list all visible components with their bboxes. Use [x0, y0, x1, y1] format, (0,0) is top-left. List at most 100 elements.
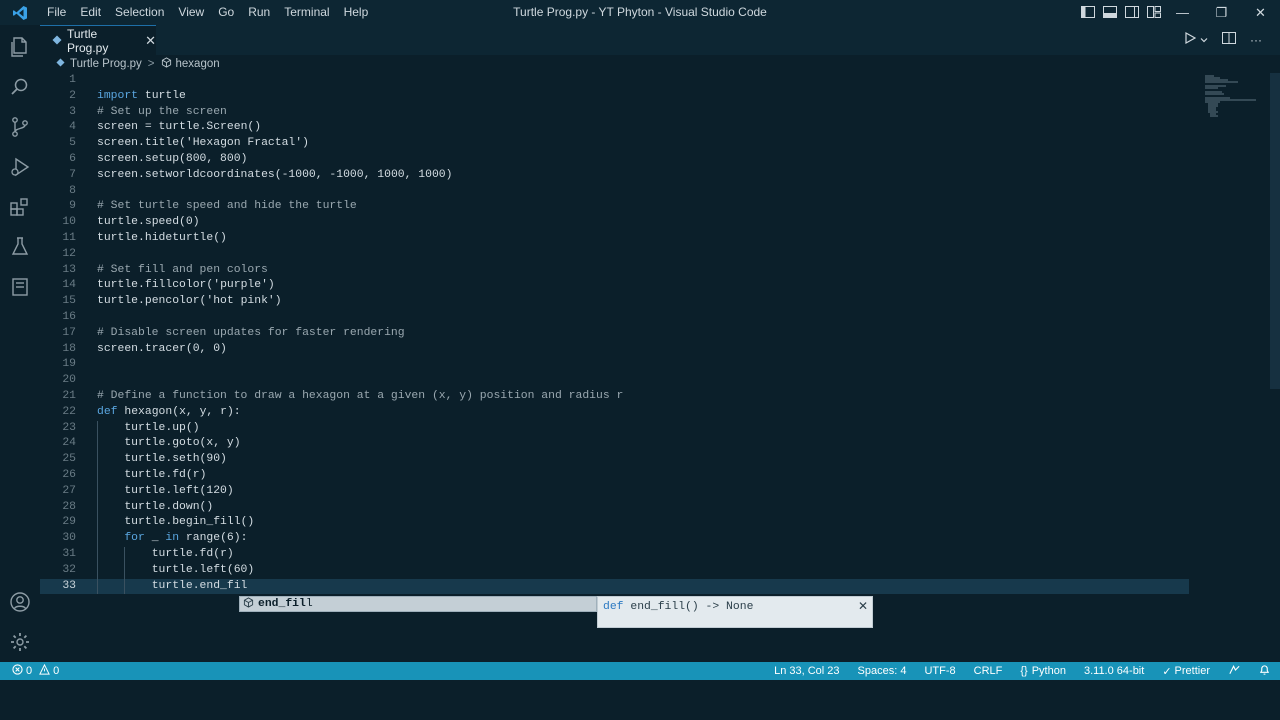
- menu-help[interactable]: Help: [337, 0, 376, 25]
- code-line[interactable]: 10 turtle.speed(0): [40, 215, 1270, 231]
- code-line[interactable]: 21 # Define a function to draw a hexagon …: [40, 389, 1270, 405]
- menu-selection[interactable]: Selection: [108, 0, 171, 25]
- customize-layout-icon[interactable]: [1146, 5, 1162, 19]
- code-line[interactable]: 32 turtle.left(60): [40, 563, 1270, 579]
- breadcrumb-symbol[interactable]: hexagon: [176, 58, 220, 70]
- line-number: 33: [62, 579, 76, 592]
- code-line[interactable]: 5 screen.title('Hexagon Fractal'): [40, 136, 1270, 152]
- end-of-line[interactable]: CRLF: [974, 665, 1003, 677]
- code-text: turtle.left(60): [151, 563, 255, 576]
- title-bar: File Edit Selection View Go Run Terminal…: [0, 0, 1280, 25]
- cursor-position[interactable]: Ln 33, Col 23: [774, 665, 839, 677]
- vscode-logo-icon: [0, 0, 40, 25]
- notifications-bell-icon[interactable]: [1259, 664, 1270, 679]
- code-text: screen.title('Hexagon Fractal'): [97, 137, 309, 150]
- code-line[interactable]: 2 import turtle: [40, 89, 1270, 105]
- prettier-status[interactable]: ✓ Prettier: [1162, 665, 1210, 678]
- code-line[interactable]: 13 # Set fill and pen colors: [40, 263, 1270, 279]
- code-line[interactable]: 18 screen.tracer(0, 0): [40, 342, 1270, 358]
- line-number: 27: [62, 484, 76, 497]
- run-debug-icon[interactable]: [8, 155, 32, 179]
- line-number: 11: [62, 232, 76, 244]
- toggle-primary-sidebar-icon[interactable]: [1080, 5, 1096, 19]
- toggle-panel-icon[interactable]: [1102, 5, 1118, 19]
- code-line[interactable]: 30 for _ in range(6):: [40, 531, 1270, 547]
- code-line[interactable]: 14 turtle.fillcolor('purple'): [40, 278, 1270, 294]
- code-line[interactable]: 17 # Disable screen updates for faster re…: [40, 326, 1270, 342]
- code-editor[interactable]: 1 2 import turtle 3 # Set up the screen 4 scre…: [40, 73, 1270, 662]
- minimize-button[interactable]: —: [1163, 0, 1202, 25]
- code-line[interactable]: 29 turtle.begin_fill(): [40, 515, 1270, 531]
- line-number: 16: [62, 311, 76, 323]
- split-editor-icon[interactable]: [1222, 32, 1236, 47]
- code-line[interactable]: 16: [40, 310, 1270, 326]
- menu-go[interactable]: Go: [211, 0, 241, 25]
- code-line[interactable]: 6 screen.setup(800, 800): [40, 152, 1270, 168]
- breadcrumb-file[interactable]: Turtle Prog.py: [70, 58, 142, 70]
- code-line[interactable]: 31 turtle.fd(r): [40, 547, 1270, 563]
- code-line[interactable]: 25 turtle.seth(90): [40, 452, 1270, 468]
- menu-edit[interactable]: Edit: [73, 0, 108, 25]
- testing-icon[interactable]: [8, 235, 32, 259]
- tab-close-icon[interactable]: ✕: [145, 33, 156, 49]
- explorer-icon[interactable]: [8, 35, 32, 59]
- code-text: turtle.down(): [124, 500, 214, 513]
- line-number: 26: [62, 469, 76, 481]
- python-interpreter[interactable]: 3.11.0 64-bit: [1084, 665, 1144, 677]
- encoding[interactable]: UTF-8: [924, 665, 955, 677]
- warning-count: 0: [53, 665, 60, 677]
- code-text: # Set up the screen: [97, 105, 227, 118]
- accounts-icon[interactable]: [8, 590, 32, 614]
- line-number: 1: [69, 74, 76, 86]
- remote-explorer-icon[interactable]: [8, 275, 32, 299]
- menu-terminal[interactable]: Terminal: [277, 0, 336, 25]
- menu-file[interactable]: File: [40, 0, 73, 25]
- code-line[interactable]: 26 turtle.fd(r): [40, 468, 1270, 484]
- close-window-button[interactable]: ✕: [1241, 0, 1280, 25]
- code-line[interactable]: 9 # Set turtle speed and hide the turtle: [40, 199, 1270, 215]
- code-text: turtle.hideturtle(): [97, 232, 227, 244]
- code-text: import turtle: [97, 89, 186, 102]
- run-python-file-icon[interactable]: [1184, 31, 1197, 47]
- problems-indicator[interactable]: 0 0: [12, 663, 60, 678]
- search-icon[interactable]: [8, 75, 32, 99]
- code-line[interactable]: 24 turtle.goto(x, y): [40, 436, 1270, 452]
- code-line[interactable]: 20: [40, 373, 1270, 389]
- indentation[interactable]: Spaces: 4: [858, 665, 907, 677]
- more-actions-icon[interactable]: ···: [1250, 33, 1262, 47]
- menu-run[interactable]: Run: [241, 0, 277, 25]
- code-line[interactable]: 33 turtle.end_fil: [40, 578, 1189, 595]
- run-options-chevron-down-icon[interactable]: [1200, 33, 1208, 47]
- feedback-icon[interactable]: [1228, 664, 1241, 679]
- extensions-icon[interactable]: [8, 195, 32, 219]
- code-line[interactable]: 3 # Set up the screen: [40, 105, 1270, 121]
- toggle-secondary-sidebar-icon[interactable]: [1124, 5, 1140, 19]
- line-number: 8: [69, 184, 76, 197]
- close-detail-icon[interactable]: ✕: [858, 599, 868, 613]
- language-mode[interactable]: {} Python: [1020, 665, 1066, 677]
- code-line[interactable]: 23 turtle.up(): [40, 421, 1270, 437]
- autocomplete-suggestion[interactable]: end_fil l: [239, 596, 597, 612]
- suggestion-rest-text: l: [305, 598, 313, 610]
- editor-scrollbar[interactable]: [1270, 73, 1280, 389]
- code-line[interactable]: 12: [40, 247, 1270, 263]
- code-line[interactable]: 7 screen.setworldcoordinates(-1000, -1000…: [40, 168, 1270, 184]
- code-line[interactable]: 11 turtle.hideturtle(): [40, 231, 1270, 247]
- manage-gear-icon[interactable]: [8, 630, 32, 654]
- code-line[interactable]: 19: [40, 357, 1270, 373]
- code-line[interactable]: 1: [40, 73, 1270, 89]
- source-control-icon[interactable]: [8, 115, 32, 139]
- code-line[interactable]: 15 turtle.pencolor('hot pink'): [40, 294, 1270, 310]
- line-number: 20: [62, 374, 76, 387]
- menu-view[interactable]: View: [171, 0, 211, 25]
- suggestion-detail-panel: def end_fill() -> None ✕: [597, 596, 873, 628]
- code-line[interactable]: 27 turtle.left(120): [40, 484, 1270, 500]
- maximize-button[interactable]: ❐: [1202, 0, 1241, 25]
- code-text: def hexagon(x, y, r):: [97, 405, 241, 418]
- code-line[interactable]: 4 screen = turtle.Screen(): [40, 120, 1270, 136]
- code-line[interactable]: 8: [40, 184, 1270, 200]
- code-line[interactable]: 28 turtle.down(): [40, 500, 1270, 516]
- indent-guide: [97, 420, 98, 595]
- tab-turtle-prog[interactable]: Turtle Prog.py ✕: [40, 25, 156, 55]
- code-line[interactable]: 22 def hexagon(x, y, r):: [40, 405, 1270, 421]
